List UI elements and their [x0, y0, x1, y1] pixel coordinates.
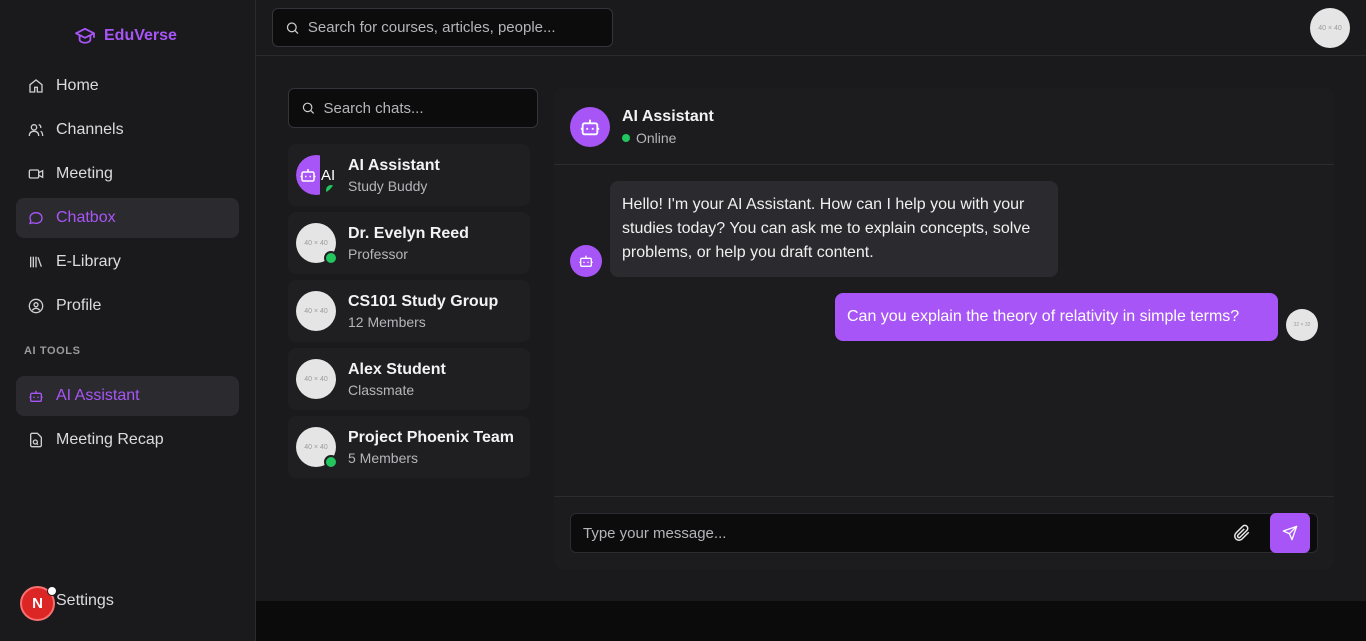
chat-subtitle: Classmate: [348, 381, 415, 398]
chat-item-cs101-study-group[interactable]: 40 × 40 CS101 Study Group 12 Members: [288, 280, 530, 342]
ai-tools-section-label: AI TOOLS: [24, 345, 81, 357]
message-icon: [29, 211, 43, 225]
nav-item-home[interactable]: Home: [16, 66, 239, 106]
nav-item-label: Chatbox: [56, 209, 116, 226]
video-icon: [28, 169, 44, 179]
nav-item-label: Meeting: [56, 165, 113, 182]
main-content: AI AI Assistant Study Buddy 40 × 40 Dr. …: [256, 56, 1366, 601]
status-dot: [622, 134, 630, 142]
chat-name: CS101 Study Group: [348, 292, 499, 310]
chat-subtitle: 12 Members: [348, 313, 426, 330]
nav-item-label: Channels: [56, 121, 124, 138]
paperclip-icon[interactable]: [1233, 524, 1251, 542]
chat-search-input[interactable]: [323, 99, 537, 117]
search-icon: [286, 21, 299, 34]
ai-tools-nav: AI Assistant Meeting Recap: [16, 376, 239, 464]
online-indicator: [324, 455, 338, 469]
bot-icon: [29, 390, 43, 402]
nav-item-chatbox[interactable]: Chatbox: [16, 198, 239, 238]
sidebar: EduVerse Home Channels Meeting Chatbox E…: [0, 0, 256, 641]
chat-panel: AI Assistant Online Hello! I'm your AI A…: [554, 88, 1334, 569]
avatar: 40 × 40: [296, 291, 336, 331]
graduation-cap-icon: [75, 27, 95, 44]
chat-name: Project Phoenix Team: [348, 428, 514, 446]
avatar: 40 × 40: [296, 223, 338, 265]
nav-item-ai-assistant[interactable]: AI Assistant: [16, 376, 239, 416]
main-nav: Home Channels Meeting Chatbox E-Library …: [16, 66, 239, 330]
avatar: [570, 107, 610, 147]
chat-search[interactable]: [288, 88, 538, 128]
bot-icon: [580, 119, 600, 136]
avatar-placeholder-text: 40 × 40: [304, 443, 328, 451]
avatar: 40 × 40: [296, 359, 336, 399]
chat-name: Alex Student: [348, 360, 446, 378]
user-circle-icon: [28, 298, 44, 314]
global-search[interactable]: [272, 8, 613, 47]
chat-title: AI Assistant: [622, 108, 714, 125]
users-icon: [28, 124, 44, 137]
global-search-input[interactable]: [307, 19, 612, 36]
avatar: [570, 245, 602, 277]
chat-name: AI Assistant: [348, 156, 440, 174]
nav-item-profile[interactable]: Profile: [16, 286, 239, 326]
send-button[interactable]: [1270, 513, 1310, 553]
top-avatar[interactable]: 40 × 40: [1310, 8, 1350, 48]
search-icon: [302, 102, 315, 114]
chat-item-alex-student[interactable]: 40 × 40 Alex Student Classmate: [288, 348, 530, 410]
avatar-fallback-text: AI: [321, 166, 336, 184]
chat-item-evelyn-reed[interactable]: 40 × 40 Dr. Evelyn Reed Professor: [288, 212, 530, 274]
avatar: AI: [296, 155, 336, 195]
status-text: Online: [636, 130, 677, 146]
avatar-placeholder-text: 40 × 40: [304, 375, 328, 383]
nav-item-meeting[interactable]: Meeting: [16, 154, 239, 194]
chat-item-project-phoenix-team[interactable]: 40 × 40 Project Phoenix Team 5 Members: [288, 416, 530, 478]
online-indicator: [324, 183, 336, 195]
brand-name: EduVerse: [104, 27, 177, 44]
message-input-box[interactable]: [570, 513, 1318, 553]
nav-item-e-library[interactable]: E-Library: [16, 242, 239, 282]
bot-icon: [300, 169, 316, 182]
nav-item-meeting-recap[interactable]: Meeting Recap: [16, 420, 239, 460]
message-bubble-bot: Hello! I'm your AI Assistant. How can I …: [610, 181, 1058, 277]
library-icon: [30, 256, 42, 268]
chat-list: AI AI Assistant Study Buddy 40 × 40 Dr. …: [288, 144, 530, 484]
send-icon: [1282, 525, 1298, 541]
nav-item-label: E-Library: [56, 253, 121, 270]
online-indicator: [324, 251, 338, 265]
recap-icon: [30, 432, 42, 448]
chat-subtitle: 5 Members: [348, 449, 419, 466]
settings-link[interactable]: Settings: [56, 592, 114, 610]
bot-icon: [579, 255, 593, 267]
nav-item-label: Meeting Recap: [56, 431, 164, 448]
avatar: 32 × 32: [1286, 309, 1318, 341]
nav-item-label: Profile: [56, 297, 102, 314]
chat-subtitle: Study Buddy: [348, 177, 428, 194]
avatar: 40 × 40: [296, 427, 338, 469]
nav-item-channels[interactable]: Channels: [16, 110, 239, 150]
message-input[interactable]: [583, 524, 1317, 542]
nav-item-label: AI Assistant: [56, 387, 140, 404]
avatar-placeholder-text: 40 × 40: [304, 239, 328, 247]
chat-name: Dr. Evelyn Reed: [348, 224, 469, 242]
brand-logo[interactable]: EduVerse: [74, 24, 177, 48]
chat-status: Online: [622, 130, 676, 146]
nav-item-label: Home: [56, 77, 99, 94]
chat-item-ai-assistant[interactable]: AI AI Assistant Study Buddy: [288, 144, 530, 206]
avatar-placeholder-text: 40 × 40: [304, 307, 328, 315]
chat-header: AI Assistant Online: [554, 88, 1334, 165]
chat-subtitle: Professor: [348, 245, 408, 262]
message-bubble-user: Can you explain the theory of relativity…: [835, 293, 1278, 341]
top-bar: 40 × 40: [256, 0, 1366, 56]
composer: [554, 496, 1334, 569]
home-icon: [29, 79, 43, 93]
